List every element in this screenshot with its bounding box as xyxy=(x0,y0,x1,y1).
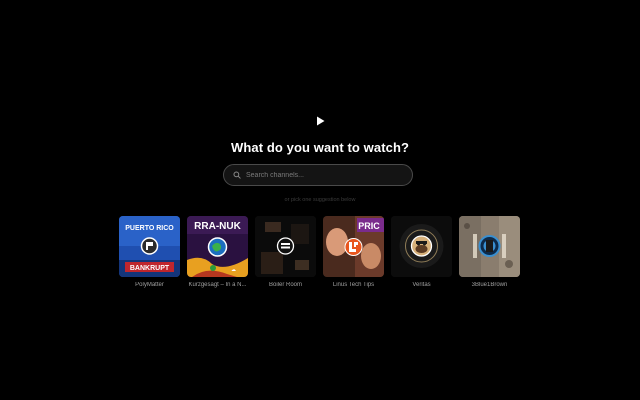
channel-card-polymatter[interactable]: PUERTO RICO BANKRUPT PolyMatter xyxy=(119,216,180,288)
channel-name: 3Blue1Brown xyxy=(471,282,508,288)
channel-card-veritas[interactable]: Veritas xyxy=(391,216,452,288)
channel-thumbnail[interactable] xyxy=(391,216,452,277)
channel-thumbnail[interactable] xyxy=(459,216,520,277)
channel-card-3blue1brown[interactable]: 3Blue1Brown xyxy=(459,216,520,288)
channel-name: Boiler Room xyxy=(268,282,302,288)
search-input[interactable] xyxy=(246,171,406,179)
channel-name: Linus Tech Tips xyxy=(332,282,375,288)
thumb-text: PRIC xyxy=(358,221,380,231)
thumb-text: BANKRUPT xyxy=(130,265,170,272)
play-icon xyxy=(310,111,330,131)
page-title: What do you want to watch? xyxy=(230,140,410,155)
channel-name: Kurzgesagt – In a N... xyxy=(188,282,247,288)
channel-thumbnail[interactable] xyxy=(255,216,316,277)
thumb-text: ☁ xyxy=(231,267,236,273)
channel-name: Veritas xyxy=(412,282,431,288)
thumb-text: PUERTO RICO xyxy=(125,225,174,232)
channel-card-kurzgesagt[interactable]: RRA-NUK ☁ Kurzgesagt – In a N... xyxy=(187,216,248,288)
suggestion-hint: or pick one suggestion below xyxy=(284,197,356,203)
channel-name: PolyMatter xyxy=(135,282,164,288)
channel-thumbnail[interactable]: PUERTO RICO BANKRUPT xyxy=(119,216,180,277)
search-icon xyxy=(233,166,241,184)
search-box[interactable] xyxy=(223,164,413,186)
channel-card-linus-tech-tips[interactable]: PRIC Linus Tech Tips xyxy=(323,216,384,288)
thumb-text: RRA-NUK xyxy=(194,221,241,232)
channel-suggestions: PUERTO RICO BANKRUPT PolyMatter RRA-NUK xyxy=(119,216,520,288)
channel-thumbnail[interactable]: PRIC xyxy=(323,216,384,277)
channel-thumbnail[interactable]: RRA-NUK ☁ xyxy=(187,216,248,277)
channel-card-boiler-room[interactable]: Boiler Room xyxy=(255,216,316,288)
page: What do you want to watch? or pick one s… xyxy=(0,0,640,400)
